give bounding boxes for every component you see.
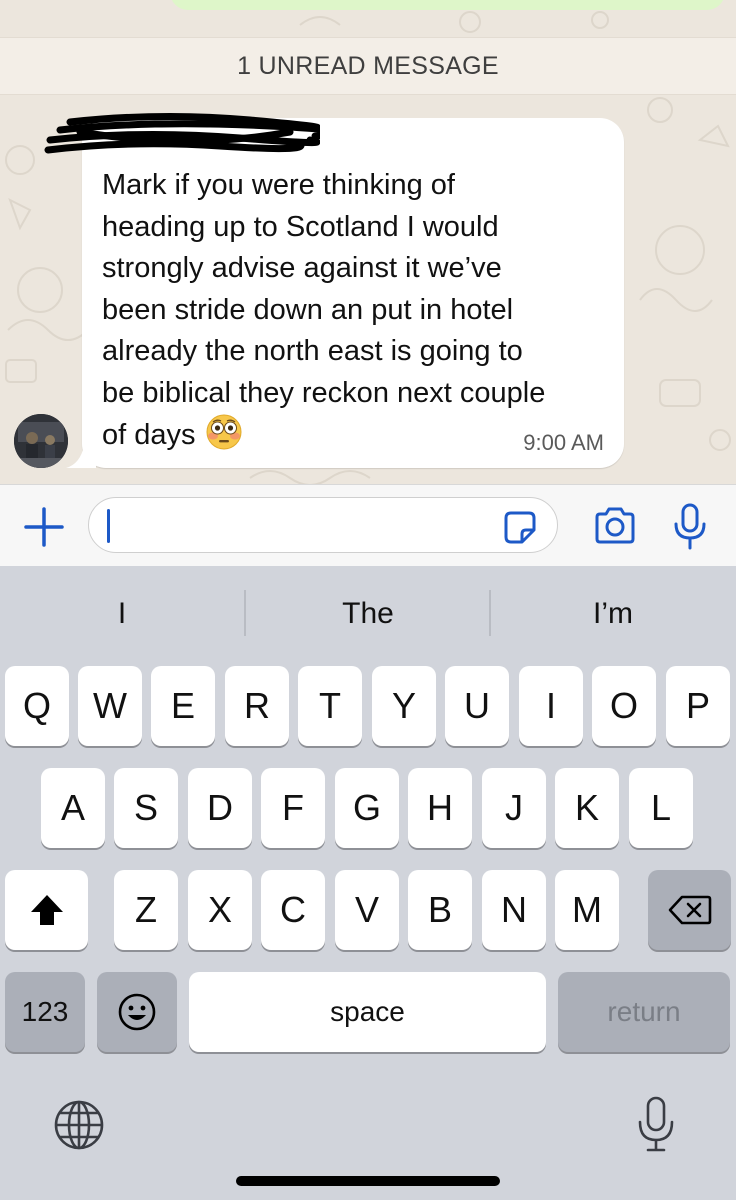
unread-messages-banner: 1 UNREAD MESSAGE: [0, 37, 736, 95]
key-p[interactable]: P: [666, 666, 730, 746]
shift-key[interactable]: [5, 870, 88, 950]
redacted-sender-name: [44, 112, 320, 154]
key-f[interactable]: F: [261, 768, 325, 848]
sender-avatar[interactable]: [14, 414, 68, 468]
camera-icon[interactable]: [592, 505, 638, 547]
key-x[interactable]: X: [188, 870, 252, 950]
numbers-key[interactable]: 123: [5, 972, 85, 1052]
emoji-smiley-icon: [118, 993, 156, 1031]
key-u[interactable]: U: [445, 666, 509, 746]
key-d[interactable]: D: [188, 768, 252, 848]
space-key[interactable]: space: [189, 972, 546, 1052]
key-q[interactable]: Q: [5, 666, 69, 746]
key-g[interactable]: G: [335, 768, 399, 848]
ios-keyboard: I The I’m Q W E R T Y U I O P A S D F G …: [0, 566, 736, 1200]
suggestion-1[interactable]: I: [0, 592, 244, 636]
suggestion-3[interactable]: I’m: [491, 592, 735, 636]
key-k[interactable]: K: [555, 768, 619, 848]
sticker-icon[interactable]: [500, 508, 540, 548]
message-body: Mark if you were thinking of heading up …: [102, 169, 546, 451]
key-y[interactable]: Y: [372, 666, 436, 746]
home-indicator: [236, 1176, 500, 1186]
previous-message-bubble: [170, 0, 725, 10]
dictation-microphone-icon[interactable]: [636, 1094, 676, 1154]
key-z[interactable]: Z: [114, 870, 178, 950]
key-s[interactable]: S: [114, 768, 178, 848]
message-timestamp: 9:00 AM: [523, 430, 604, 455]
backspace-key[interactable]: [648, 870, 731, 950]
key-t[interactable]: T: [298, 666, 362, 746]
key-m[interactable]: M: [555, 870, 619, 950]
chat-area[interactable]: 1 UNREAD MESSAGE Mark if you were thinki…: [0, 0, 736, 484]
backspace-icon: [668, 895, 711, 925]
key-e[interactable]: E: [151, 666, 215, 746]
avatar-photo: [14, 414, 68, 468]
key-l[interactable]: L: [629, 768, 693, 848]
return-key[interactable]: return: [558, 972, 730, 1052]
key-b[interactable]: B: [408, 870, 472, 950]
key-r[interactable]: R: [225, 666, 289, 746]
key-w[interactable]: W: [78, 666, 142, 746]
bubble-tail: [66, 446, 96, 468]
key-h[interactable]: H: [408, 768, 472, 848]
key-j[interactable]: J: [482, 768, 546, 848]
unread-banner-text: 1 UNREAD MESSAGE: [237, 51, 499, 80]
globe-icon[interactable]: [52, 1098, 106, 1152]
microphone-icon[interactable]: [672, 502, 708, 552]
predictive-suggestions-bar: I The I’m: [0, 566, 736, 662]
emoji-key[interactable]: [97, 972, 177, 1052]
message-text-field[interactable]: [88, 497, 558, 553]
key-o[interactable]: O: [592, 666, 656, 746]
key-a[interactable]: A: [41, 768, 105, 848]
key-n[interactable]: N: [482, 870, 546, 950]
shift-arrow-icon: [30, 895, 63, 925]
attach-plus-icon[interactable]: [22, 505, 66, 549]
key-v[interactable]: V: [335, 870, 399, 950]
text-caret: [107, 509, 110, 543]
message-text: Mark if you were thinking of heading up …: [102, 165, 612, 457]
flushed-face-emoji-icon: [206, 414, 241, 450]
key-c[interactable]: C: [261, 870, 325, 950]
key-i[interactable]: I: [519, 666, 583, 746]
suggestion-2[interactable]: The: [246, 592, 490, 636]
